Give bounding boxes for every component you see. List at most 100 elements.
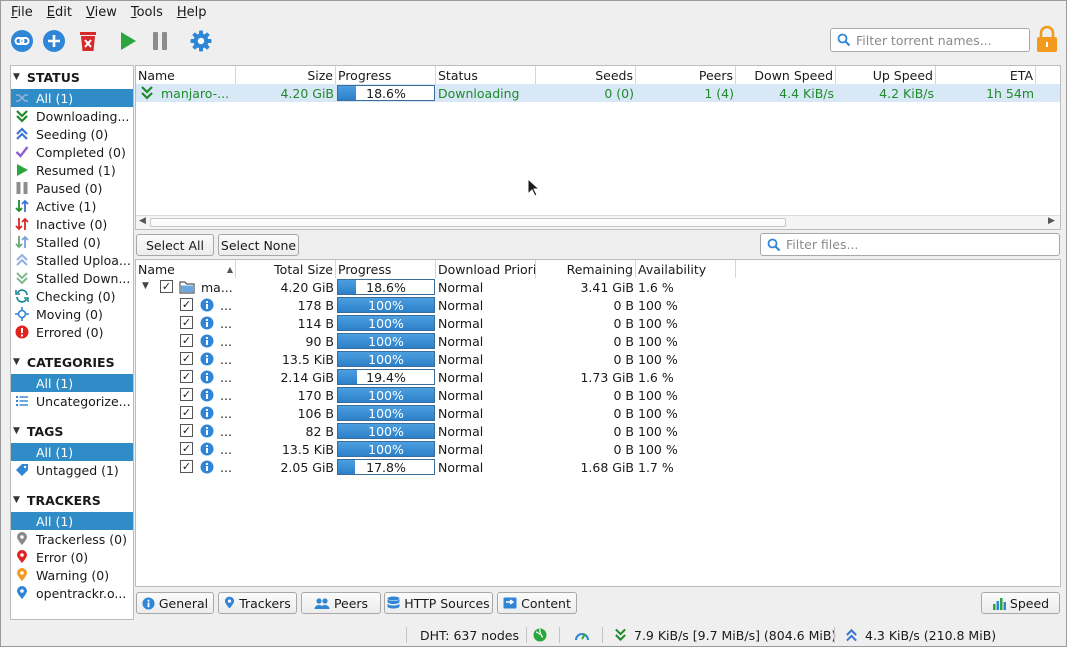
file-row[interactable]: ✓... 90 B 100% Normal 0 B 100 % (136, 332, 1060, 350)
column-header-status[interactable]: Status (436, 66, 536, 84)
category-filter-all[interactable]: All (1) (11, 374, 133, 392)
select-all-button[interactable]: Select All (136, 234, 214, 256)
status-filter-checking[interactable]: Checking (0) (11, 287, 133, 305)
column-header-progress[interactable]: Progress (336, 260, 436, 278)
status-filter-stalled-downloading[interactable]: Stalled Down... (11, 269, 133, 287)
file-checkbox[interactable]: ✓ (180, 442, 193, 455)
tracker-filter-opentrackr[interactable]: opentrackr.o... (11, 584, 133, 602)
file-row[interactable]: ✓... 82 B 100% Normal 0 B 100 % (136, 422, 1060, 440)
folder-checkbox[interactable]: ✓ (160, 280, 173, 293)
menu-file[interactable]: File (6, 5, 38, 20)
file-priority[interactable]: Normal (436, 350, 536, 368)
status-filter-paused[interactable]: Paused (0) (11, 179, 133, 197)
column-header-seeds[interactable]: Seeds (536, 66, 636, 84)
status-filter-stalled[interactable]: Stalled (0) (11, 233, 133, 251)
file-checkbox[interactable]: ✓ (180, 406, 193, 419)
file-priority[interactable]: Normal (436, 368, 536, 386)
horizontal-scrollbar[interactable]: ◀ ▶ (136, 215, 1060, 229)
column-header-peers[interactable]: Peers (636, 66, 736, 84)
status-filter-moving[interactable]: Moving (0) (11, 305, 133, 323)
add-torrent-icon[interactable] (40, 27, 68, 55)
file-checkbox[interactable]: ✓ (180, 316, 193, 329)
file-checkbox[interactable]: ✓ (180, 370, 193, 383)
tracker-filter-warning[interactable]: Warning (0) (11, 566, 133, 584)
column-header-availability[interactable]: Availability (636, 260, 736, 278)
tags-section-header[interactable]: ▼ TAGS (13, 422, 63, 440)
status-filter-inactive[interactable]: Inactive (0) (11, 215, 133, 233)
status-filter-seeding[interactable]: Seeding (0) (11, 125, 133, 143)
tab-general[interactable]: General (136, 592, 214, 614)
folder-row[interactable]: ▼ ✓ ma... 4.20 GiB 18.6% Normal 3.41 GiB… (136, 278, 1060, 296)
file-row[interactable]: ✓... 2.05 GiB 17.8% Normal 1.68 GiB 1.7 % (136, 458, 1060, 476)
tab-peers[interactable]: Peers (301, 592, 381, 614)
file-priority[interactable]: Normal (436, 404, 536, 422)
file-priority[interactable]: Normal (436, 332, 536, 350)
column-header-up-speed[interactable]: Up Speed (836, 66, 936, 84)
pause-icon[interactable] (146, 27, 174, 55)
file-row[interactable]: ✓... 178 B 100% Normal 0 B 100 % (136, 296, 1060, 314)
tag-filter-all[interactable]: All (1) (11, 443, 133, 461)
tag-filter-untagged[interactable]: Untagged (1) (11, 461, 133, 479)
file-row[interactable]: ✓... 106 B 100% Normal 0 B 100 % (136, 404, 1060, 422)
scrollbar-thumb[interactable] (150, 218, 786, 227)
file-priority[interactable]: Normal (436, 296, 536, 314)
speed-button[interactable]: Speed (981, 592, 1060, 614)
torrent-row[interactable]: manjaro-... 4.20 GiB 18.6% Downloading 0… (136, 84, 1060, 102)
lock-icon[interactable] (1033, 25, 1061, 53)
file-checkbox[interactable]: ✓ (180, 424, 193, 437)
category-filter-uncategorized[interactable]: Uncategorize... (11, 392, 133, 410)
resume-icon[interactable] (113, 27, 141, 55)
file-search-input[interactable] (786, 237, 1046, 252)
download-speed-status[interactable]: 7.9 KiB/s [9.7 MiB/s] (804.6 MiB) (614, 627, 836, 643)
column-header-size[interactable]: Size (236, 66, 336, 84)
trackers-section-header[interactable]: ▼ TRACKERS (13, 491, 101, 509)
torrent-search-input[interactable] (856, 32, 1016, 48)
file-priority[interactable]: Normal (436, 458, 536, 476)
upload-speed-status[interactable]: 4.3 KiB/s (210.8 MiB) (845, 627, 996, 643)
connection-status-globe-icon[interactable] (533, 627, 547, 643)
column-header-down-speed[interactable]: Down Speed (736, 66, 836, 84)
tracker-filter-trackerless[interactable]: Trackerless (0) (11, 530, 133, 548)
file-checkbox[interactable]: ✓ (180, 334, 193, 347)
column-header-name[interactable]: Name (136, 66, 236, 84)
file-search-field[interactable] (760, 233, 1060, 256)
status-filter-all[interactable]: All (1) (11, 89, 133, 107)
tracker-filter-error[interactable]: Error (0) (11, 548, 133, 566)
menu-help[interactable]: Help (172, 5, 212, 20)
file-checkbox[interactable]: ✓ (180, 460, 193, 473)
status-filter-errored[interactable]: Errored (0) (11, 323, 133, 341)
column-header-total-size[interactable]: Total Size (236, 260, 336, 278)
tab-trackers[interactable]: Trackers (218, 592, 297, 614)
status-filter-active[interactable]: Active (1) (11, 197, 133, 215)
column-header-eta[interactable]: ETA (936, 66, 1036, 84)
tab-content[interactable]: Content (497, 592, 577, 614)
scroll-left-arrow-icon[interactable]: ◀ (139, 216, 146, 226)
file-priority[interactable]: Normal (436, 386, 536, 404)
file-row[interactable]: ✓... 13.5 KiB 100% Normal 0 B 100 % (136, 440, 1060, 458)
settings-gear-icon[interactable] (187, 27, 215, 55)
menu-view[interactable]: View (81, 5, 122, 20)
delete-icon[interactable] (74, 27, 102, 55)
file-checkbox[interactable]: ✓ (180, 388, 193, 401)
status-filter-completed[interactable]: Completed (0) (11, 143, 133, 161)
file-row[interactable]: ✓... 170 B 100% Normal 0 B 100 % (136, 386, 1060, 404)
file-priority[interactable]: Normal (436, 314, 536, 332)
tracker-filter-all[interactable]: All (1) (11, 512, 133, 530)
tab-http-sources[interactable]: HTTP Sources (384, 592, 493, 614)
file-priority[interactable]: Normal (436, 422, 536, 440)
file-row[interactable]: ✓... 2.14 GiB 19.4% Normal 1.73 GiB 1.6 % (136, 368, 1060, 386)
column-header-priority[interactable]: Download Priori (436, 260, 536, 278)
status-filter-downloading[interactable]: Downloading... (11, 107, 133, 125)
column-header-name[interactable]: Name ▲ (136, 260, 236, 278)
file-row[interactable]: ✓... 114 B 100% Normal 0 B 100 % (136, 314, 1060, 332)
column-header-remaining[interactable]: Remaining (536, 260, 636, 278)
torrent-search-field[interactable] (830, 28, 1030, 52)
column-header-progress[interactable]: Progress (336, 66, 436, 84)
scroll-right-arrow-icon[interactable]: ▶ (1048, 216, 1055, 226)
alt-speed-limits-icon[interactable] (574, 627, 590, 643)
file-checkbox[interactable]: ✓ (180, 352, 193, 365)
expand-triangle-icon[interactable]: ▼ (142, 281, 149, 291)
status-filter-stalled-uploading[interactable]: Stalled Uploa... (11, 251, 133, 269)
add-link-icon[interactable] (8, 27, 36, 55)
status-filter-resumed[interactable]: Resumed (1) (11, 161, 133, 179)
